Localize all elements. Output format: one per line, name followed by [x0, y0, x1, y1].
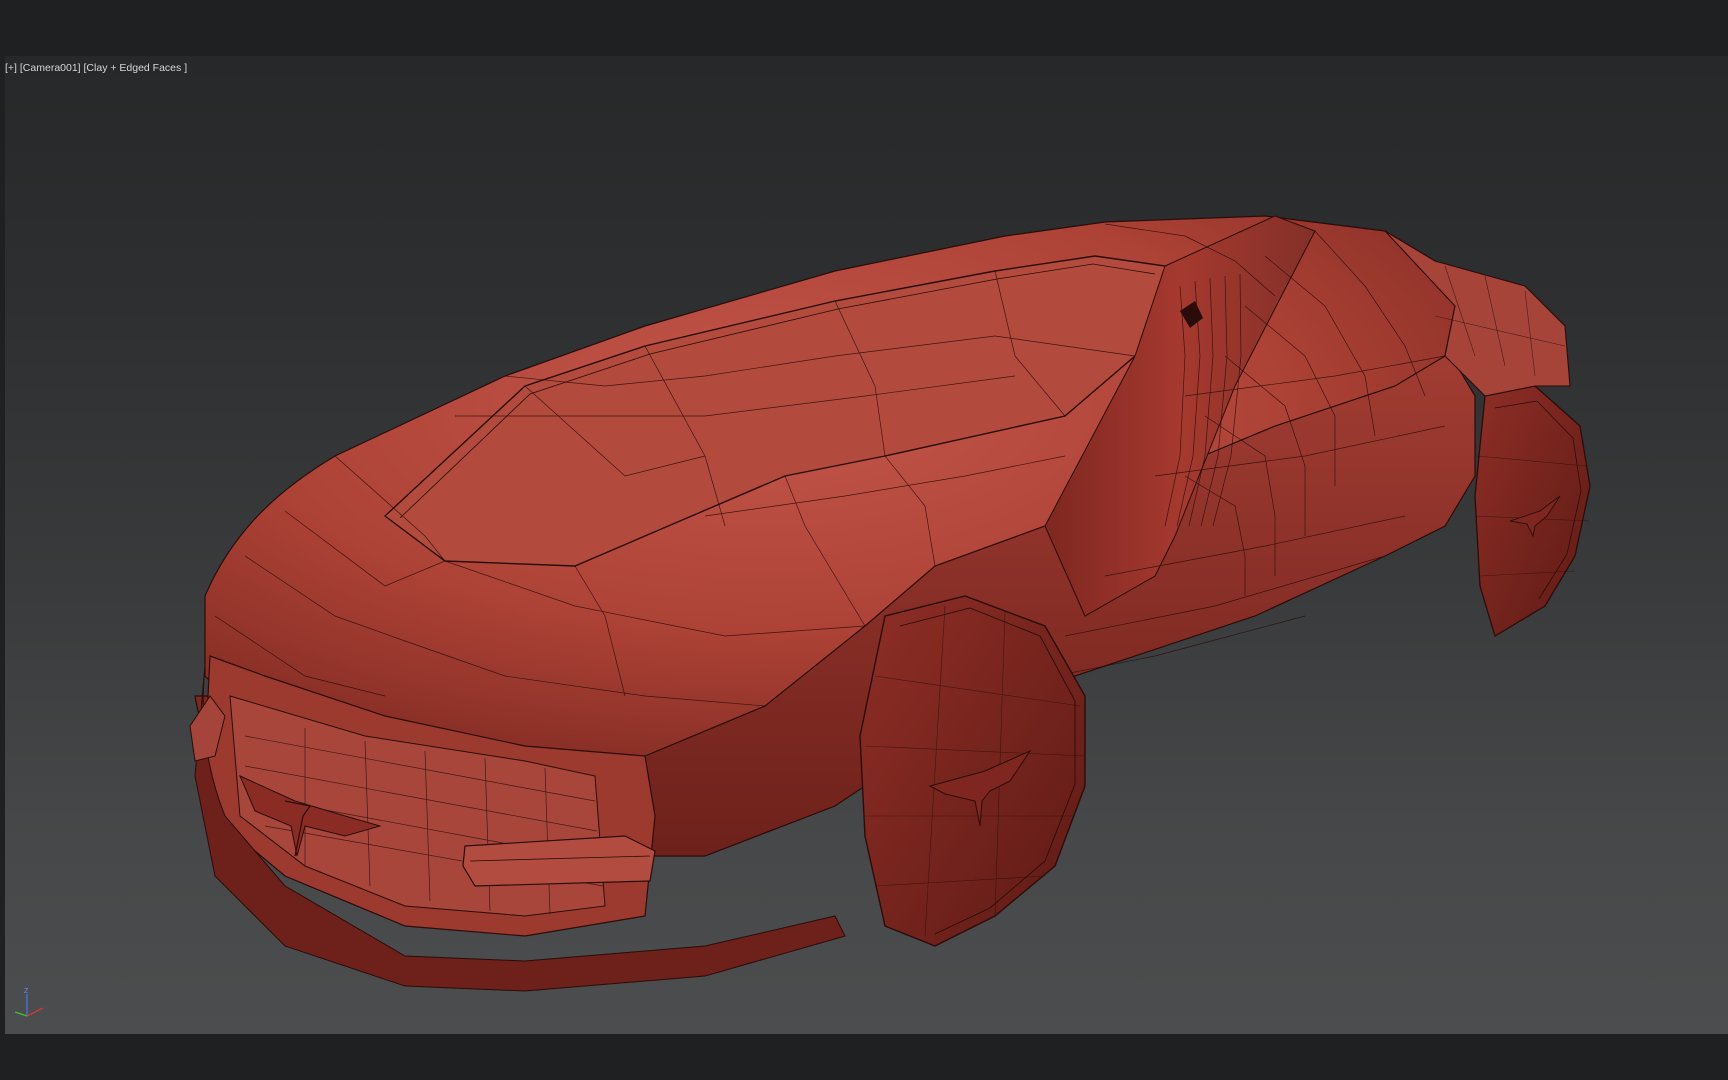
axis-tripod-gizmo: Z — [14, 988, 44, 1017]
perspective-viewport[interactable]: [+] [Camera001] [Clay + Edged Faces ] Z — [5, 56, 1728, 1034]
3d-viewport-app: [+] [Camera001] [Clay + Edged Faces ] Z — [0, 0, 1728, 1080]
rear-wheel-pod — [1474, 385, 1591, 637]
bottom-bar — [0, 1034, 1728, 1080]
car-model-render[interactable] — [5, 56, 1728, 1034]
front-wheel-pod — [859, 595, 1086, 947]
axis-z-label: Z — [24, 988, 29, 995]
top-bar — [0, 0, 1728, 56]
